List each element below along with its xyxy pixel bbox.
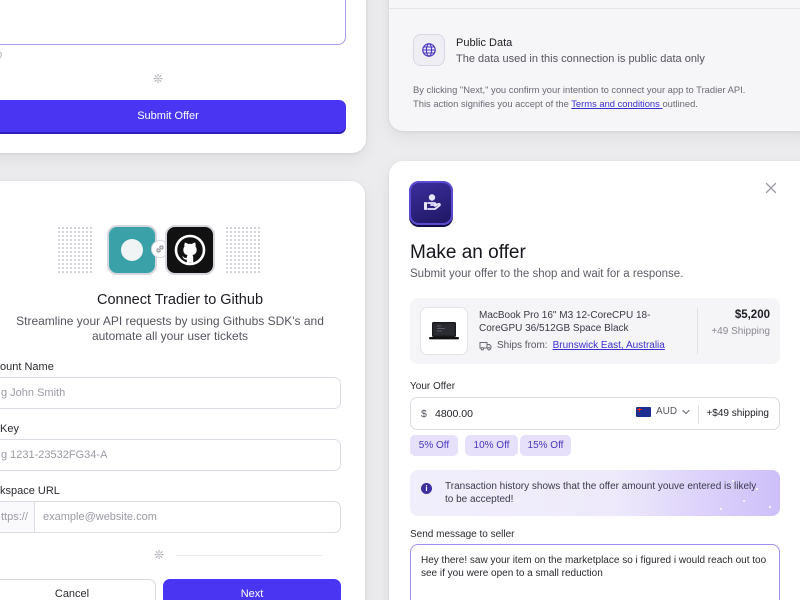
ships-from: Ships from: Brunswick East, Australia (479, 340, 665, 351)
cancel-button[interactable]: Cancel (0, 579, 156, 600)
discount-chip-10[interactable]: 10% Off (465, 435, 518, 456)
public-data-card: Public Data The data used in this connec… (389, 0, 800, 131)
hand-coin-icon (424, 194, 441, 210)
loading-spinner-icon: ❊ (153, 72, 164, 86)
offer-amount-input[interactable]: 4800.00 (435, 408, 473, 420)
offer-app-logo (409, 181, 453, 225)
product-name: MacBook Pro 16" M3 12-CoreCPU 18-CoreGPU… (479, 310, 651, 334)
offer-label: Your Offer (410, 381, 456, 392)
connect-subtitle: Streamline your API requests by using Gi… (16, 314, 324, 343)
info-text: Transaction history shows that the offer… (445, 481, 757, 505)
terms-link[interactable]: Terms and conditions (571, 98, 662, 109)
consent-note: By clicking "Next," you confirm your int… (413, 83, 763, 111)
api-key-label: Key (0, 423, 19, 435)
offer-amount-field[interactable]: $ 4800.00 AUD +$49 shipping (410, 397, 780, 430)
product-shipping: +49 Shipping (711, 326, 770, 337)
consent-note-tail: outlined. (662, 98, 698, 109)
sparkle (756, 488, 758, 490)
submit-offer-card: 00 ❊ Submit Offer (0, 0, 366, 153)
submit-offer-button[interactable]: Submit Offer (0, 100, 346, 132)
next-button[interactable]: Next (163, 579, 341, 600)
workspace-url-input[interactable]: example@website.com (35, 501, 341, 533)
account-name-label: ount Name (0, 361, 54, 373)
currency-symbol: $ (421, 408, 427, 420)
product-summary: MacBook Pro 16" M3 12-CoreCPU 18-CoreGPU… (410, 298, 780, 364)
divider (697, 308, 698, 354)
loading-spinner-icon: ❊ (154, 548, 165, 562)
currency-select[interactable]: AUD (636, 406, 690, 417)
sparkle (743, 500, 745, 502)
decorative-dot-grid (225, 226, 261, 274)
acceptance-info-banner: i Transaction history shows that the off… (410, 470, 780, 516)
tradier-orb-icon (121, 239, 143, 261)
sparkle (732, 480, 734, 482)
message-textarea[interactable]: Hey there! saw your item on the marketpl… (410, 544, 780, 600)
make-offer-card: Make an offer Submit your offer to the s… (389, 161, 800, 600)
public-data-description: The data used in this connection is publ… (456, 53, 705, 65)
divider (389, 8, 800, 9)
connect-github-card: Connect Tradier to Github Streamline you… (0, 181, 365, 600)
connect-title: Connect Tradier to Github (96, 292, 264, 308)
globe-icon (413, 34, 445, 66)
github-icon (174, 234, 206, 266)
divider (176, 555, 322, 556)
workspace-url-label: kspace URL (0, 485, 60, 497)
public-data-title: Public Data (456, 37, 513, 49)
divider (698, 405, 699, 424)
laptop-icon (420, 307, 468, 355)
api-key-input[interactable]: g 1231-23532FG34-A (0, 439, 341, 471)
discount-chip-15[interactable]: 15% Off (520, 435, 571, 456)
tradier-logo (107, 225, 157, 275)
message-textarea[interactable] (0, 0, 346, 45)
chevron-down-icon (682, 409, 690, 414)
close-icon[interactable] (762, 181, 780, 199)
truck-icon (479, 341, 492, 351)
account-name-input[interactable]: g John Smith (0, 377, 341, 409)
page-subtitle: Submit your offer to the shop and wait f… (410, 268, 684, 280)
sparkle (769, 506, 771, 508)
github-logo (165, 225, 215, 275)
currency-code: AUD (656, 406, 678, 417)
shipping-note: +$49 shipping (706, 408, 769, 419)
info-icon: i (421, 483, 432, 494)
message-label: Send message to seller (410, 529, 515, 540)
discount-chip-5[interactable]: 5% Off (410, 435, 458, 456)
ships-location-link[interactable]: Brunswick East, Australia (553, 340, 665, 351)
australia-flag-icon (636, 406, 651, 417)
sparkle (720, 508, 722, 510)
url-prefix: ttps:// (0, 501, 35, 533)
product-price: $5,200 (734, 309, 770, 321)
ships-from-label: Ships from: (497, 340, 548, 351)
page-title: Make an offer (410, 242, 526, 263)
decorative-dot-grid (57, 226, 93, 274)
char-counter: 00 (0, 50, 2, 60)
